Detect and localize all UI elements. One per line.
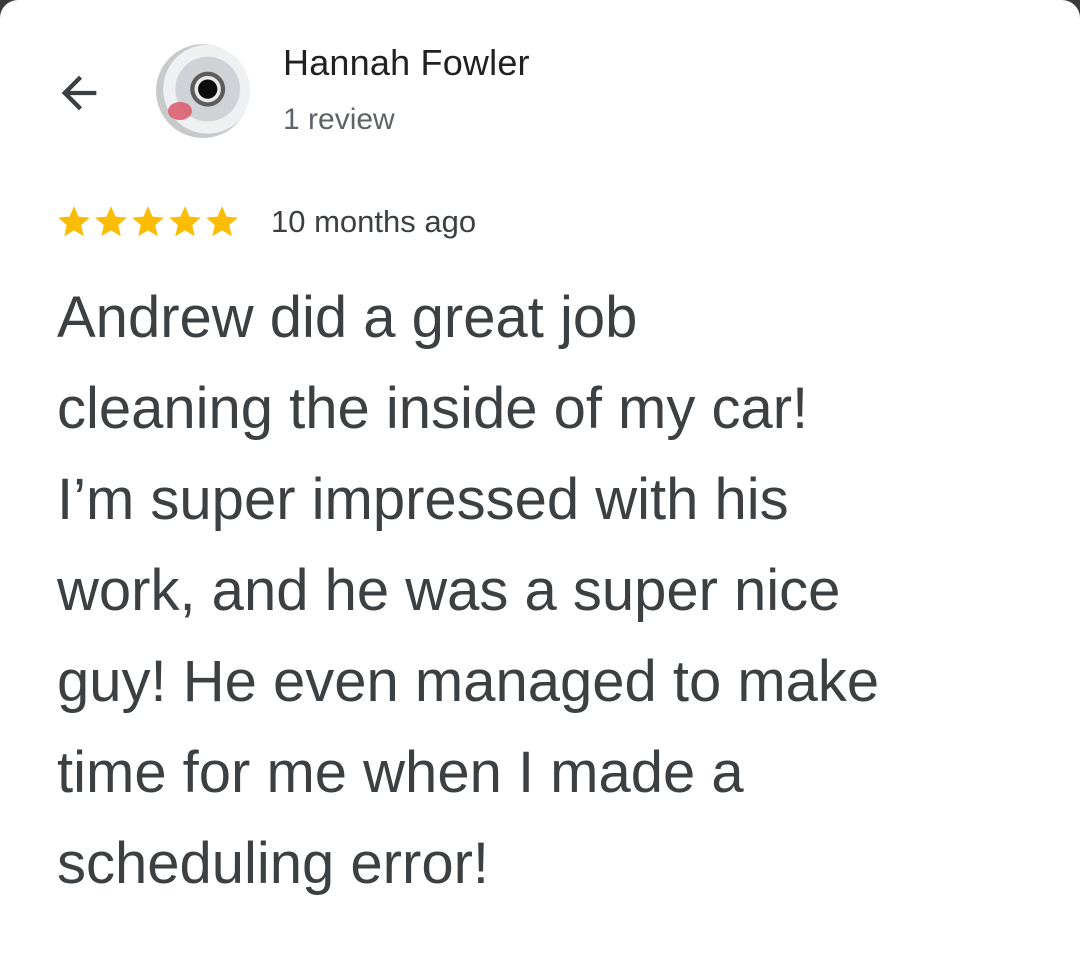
star-rating (55, 200, 240, 244)
review-card: Hannah Fowler 1 review 10 months ago And… (0, 0, 1080, 961)
avatar[interactable] (156, 44, 250, 138)
review-time: 10 months ago (271, 204, 477, 239)
reviewer-name[interactable]: Hannah Fowler (283, 42, 530, 84)
review-count: 1 review (283, 103, 395, 136)
star-icon (58, 206, 90, 237)
star-icon (169, 206, 201, 237)
star-icon (132, 206, 164, 237)
back-button[interactable] (48, 62, 110, 124)
star-icon (95, 206, 127, 237)
arrow-left-icon (61, 75, 97, 111)
avatar-photo-detail (168, 102, 192, 120)
star-icon (206, 206, 238, 237)
review-text: Andrew did a great job cleaning the insi… (57, 285, 880, 896)
